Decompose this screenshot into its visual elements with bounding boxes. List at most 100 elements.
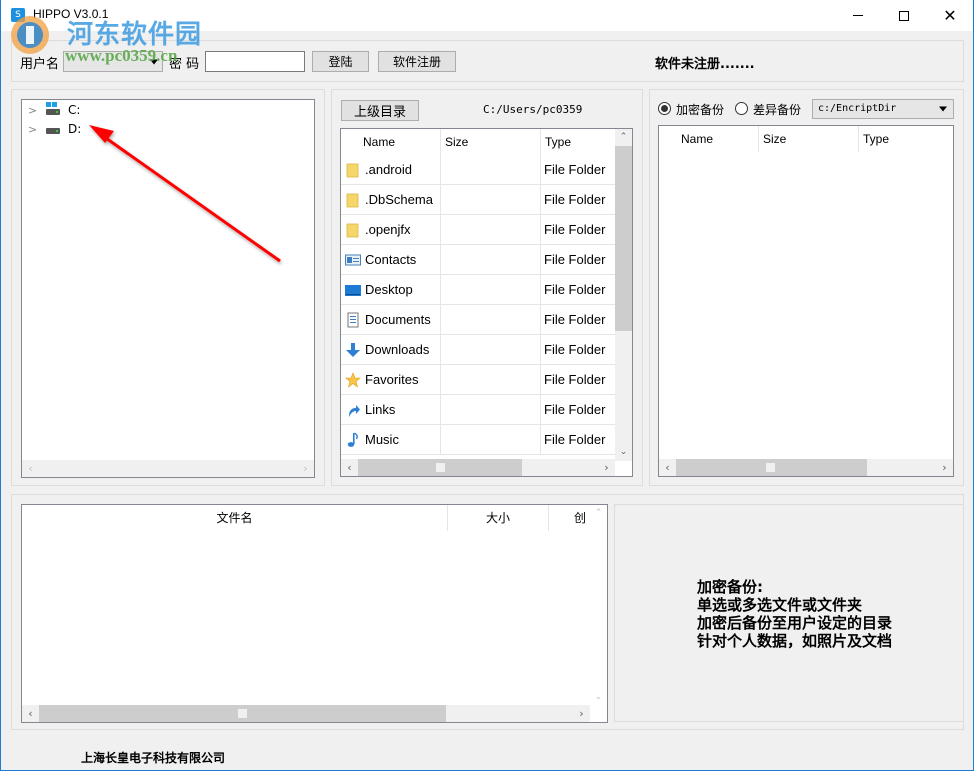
file-row[interactable]: Music File Folder bbox=[341, 425, 616, 455]
column-header-filename[interactable]: 文件名 bbox=[22, 505, 447, 531]
scroll-right-icon[interactable]: › bbox=[936, 459, 953, 476]
column-header-type[interactable]: Type bbox=[863, 126, 889, 152]
scroll-right-icon[interactable]: › bbox=[598, 459, 615, 476]
expand-chevron-icon[interactable]: > bbox=[28, 123, 42, 136]
cell-separator bbox=[540, 365, 541, 395]
selected-files-list[interactable]: 文件名 大小 创建 ⌃ ⌄ ‹ › bbox=[21, 504, 608, 723]
column-separator[interactable] bbox=[440, 129, 441, 155]
encrypt-backup-label[interactable]: 加密备份 bbox=[676, 101, 724, 118]
scroll-grip-icon bbox=[238, 709, 247, 718]
tree-item-c[interactable]: > C: bbox=[28, 101, 80, 119]
vertical-scrollbar[interactable]: ⌃ ⌄ bbox=[590, 505, 607, 706]
scroll-left-icon[interactable]: ‹ bbox=[22, 460, 39, 477]
vertical-scrollbar[interactable]: ⌃ ⌄ bbox=[615, 129, 632, 461]
desktop-icon bbox=[345, 282, 361, 298]
scroll-thumb[interactable] bbox=[676, 459, 867, 476]
scroll-right-icon[interactable]: › bbox=[297, 460, 314, 477]
favorites-icon bbox=[345, 372, 361, 388]
file-row[interactable]: Favorites File Folder bbox=[341, 365, 616, 395]
column-header-name[interactable]: Name bbox=[363, 129, 395, 155]
file-name: Music bbox=[365, 432, 399, 447]
dropdown-arrow-icon bbox=[939, 106, 947, 112]
cell-separator bbox=[440, 215, 441, 245]
folder-icon bbox=[345, 222, 361, 238]
column-header-name[interactable]: Name bbox=[681, 126, 713, 152]
backup-file-list[interactable]: Name Size Type ‹ › bbox=[658, 125, 954, 477]
scroll-up-icon[interactable]: ⌃ bbox=[615, 129, 632, 146]
documents-icon bbox=[345, 312, 361, 328]
downloads-icon bbox=[345, 342, 361, 358]
file-row[interactable]: Downloads File Folder bbox=[341, 335, 616, 365]
folder-icon bbox=[345, 162, 361, 178]
file-row[interactable]: Documents File Folder bbox=[341, 305, 616, 335]
cell-separator bbox=[440, 425, 441, 455]
password-input[interactable] bbox=[205, 51, 305, 72]
cell-separator bbox=[440, 155, 441, 185]
scroll-left-icon[interactable]: ‹ bbox=[341, 459, 358, 476]
file-row[interactable]: .android File Folder bbox=[341, 155, 616, 185]
file-name: .DbSchema bbox=[365, 192, 433, 207]
horizontal-scrollbar[interactable]: ‹ › bbox=[341, 459, 615, 476]
links-icon bbox=[345, 402, 361, 418]
cell-separator bbox=[540, 395, 541, 425]
cell-separator bbox=[440, 365, 441, 395]
info-box: 加密备份: 单选或多选文件或文件夹 加密后备份至用户设定的目录 针对个人数据，如… bbox=[614, 504, 964, 722]
column-separator[interactable] bbox=[758, 126, 759, 152]
tree-item-d[interactable]: > D: bbox=[28, 120, 81, 138]
tree-item-label: C: bbox=[68, 103, 81, 117]
file-type: File Folder bbox=[544, 252, 606, 267]
diff-backup-radio[interactable] bbox=[735, 102, 748, 115]
scroll-thumb[interactable] bbox=[39, 705, 446, 722]
cell-separator bbox=[540, 305, 541, 335]
column-separator[interactable] bbox=[540, 129, 541, 155]
scroll-thumb[interactable] bbox=[358, 459, 522, 476]
target-dir-combo[interactable]: c:/EncriptDir bbox=[812, 99, 954, 119]
scroll-right-icon[interactable]: › bbox=[573, 705, 590, 722]
horizontal-scrollbar[interactable]: ‹ › bbox=[22, 705, 590, 722]
horizontal-scrollbar[interactable]: ‹ › bbox=[659, 459, 953, 476]
cell-separator bbox=[540, 185, 541, 215]
scroll-down-icon[interactable]: ⌄ bbox=[615, 444, 632, 461]
cell-separator bbox=[540, 275, 541, 305]
scroll-left-icon[interactable]: ‹ bbox=[22, 705, 39, 722]
file-row[interactable]: .openjfx File Folder bbox=[341, 215, 616, 245]
file-row[interactable]: Links File Folder bbox=[341, 395, 616, 425]
drive-tree[interactable]: > C: > D: ‹ › bbox=[21, 99, 315, 478]
file-row[interactable]: .DbSchema File Folder bbox=[341, 185, 616, 215]
file-type: File Folder bbox=[544, 222, 606, 237]
column-separator[interactable] bbox=[447, 505, 448, 531]
scroll-grip-icon bbox=[766, 463, 775, 472]
column-separator[interactable] bbox=[548, 505, 549, 531]
maximize-button[interactable] bbox=[881, 0, 927, 31]
column-header-size[interactable]: Size bbox=[445, 129, 468, 155]
file-type: File Folder bbox=[544, 372, 606, 387]
file-row[interactable]: Contacts File Folder bbox=[341, 245, 616, 275]
cell-separator bbox=[540, 425, 541, 455]
scroll-up-icon[interactable]: ⌃ bbox=[590, 505, 607, 522]
column-header-size[interactable]: 大小 bbox=[448, 505, 548, 531]
register-button[interactable]: 软件注册 bbox=[378, 51, 456, 72]
scroll-down-icon[interactable]: ⌄ bbox=[590, 689, 607, 706]
horizontal-scrollbar[interactable]: ‹ › bbox=[22, 460, 314, 477]
parent-directory-button[interactable]: 上级目录 bbox=[341, 100, 419, 121]
file-name: Desktop bbox=[365, 282, 413, 297]
watermark-logo-icon bbox=[11, 16, 49, 54]
minimize-button[interactable] bbox=[835, 0, 881, 31]
scroll-thumb[interactable] bbox=[615, 146, 632, 331]
close-button[interactable]: ✕ bbox=[927, 0, 973, 31]
column-header-size[interactable]: Size bbox=[763, 126, 786, 152]
file-list[interactable]: Name Size Type .android File Folder .DbSch… bbox=[340, 128, 633, 477]
registration-status: 软件未注册....... bbox=[655, 57, 755, 72]
column-header-type[interactable]: Type bbox=[545, 129, 571, 155]
cell-separator bbox=[440, 185, 441, 215]
file-name: Documents bbox=[365, 312, 431, 327]
cell-separator bbox=[540, 245, 541, 275]
login-button[interactable]: 登陆 bbox=[312, 51, 369, 72]
encrypt-backup-radio[interactable] bbox=[658, 102, 671, 115]
close-icon: ✕ bbox=[943, 5, 957, 25]
expand-chevron-icon[interactable]: > bbox=[28, 104, 42, 117]
file-row[interactable]: Desktop File Folder bbox=[341, 275, 616, 305]
diff-backup-label[interactable]: 差异备份 bbox=[753, 101, 801, 118]
scroll-left-icon[interactable]: ‹ bbox=[659, 459, 676, 476]
column-separator[interactable] bbox=[858, 126, 859, 152]
